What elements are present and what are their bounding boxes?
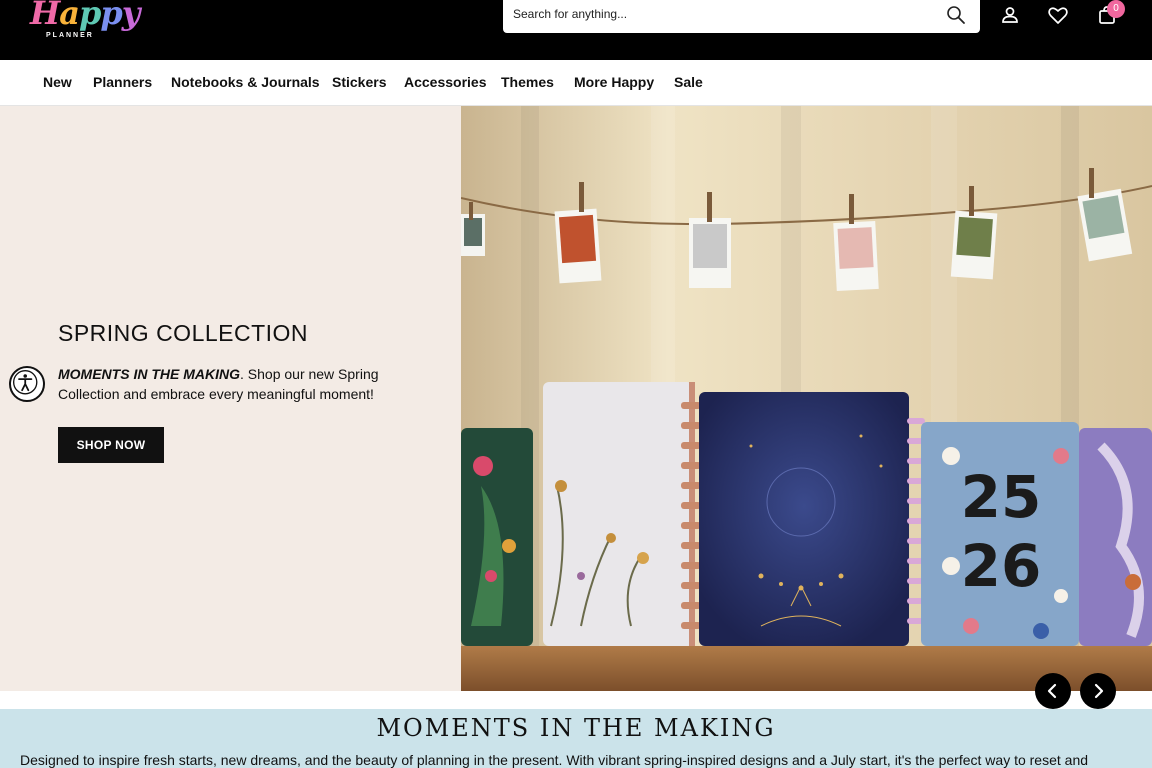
hero-description-bold: MOMENTS IN THE MAKING xyxy=(58,366,240,382)
nav-item-new[interactable]: New xyxy=(43,74,72,90)
accessibility-icon[interactable] xyxy=(9,366,45,402)
search-icon[interactable] xyxy=(946,5,966,25)
hero-description: MOMENTS IN THE MAKING. Shop our new Spri… xyxy=(58,364,408,404)
band-description: Designed to inspire fresh starts, new dr… xyxy=(20,752,1089,768)
happy-planner-logo[interactable]: Happy PLANNER xyxy=(30,0,140,44)
nav-item-accessories[interactable]: Accessories xyxy=(404,74,487,90)
nav-item-stickers[interactable]: Stickers xyxy=(332,74,386,90)
chevron-right-icon xyxy=(1094,683,1104,699)
carousel-prev-button[interactable] xyxy=(1035,673,1071,709)
hero-planners-illustration: 25 26 xyxy=(461,106,1152,691)
chevron-left-icon xyxy=(1047,683,1057,699)
heart-icon[interactable] xyxy=(1047,4,1069,26)
nav-item-themes[interactable]: Themes xyxy=(501,74,554,90)
nav-item-sale[interactable]: Sale xyxy=(674,74,703,90)
band-title: MOMENTS IN THE MAKING xyxy=(376,714,776,742)
nav-item-notebooks-journals[interactable]: Notebooks & Journals xyxy=(171,74,320,90)
hero-title: SPRING COLLECTION xyxy=(58,320,309,346)
top-header: Happy PLANNER 0 xyxy=(0,0,1152,60)
account-icon[interactable] xyxy=(999,4,1021,26)
collection-intro-band: MOMENTS IN THE MAKING Designed to inspir… xyxy=(0,709,1152,768)
logo-sub: PLANNER xyxy=(46,32,94,39)
search-input[interactable] xyxy=(513,2,933,26)
nav-item-planners[interactable]: Planners xyxy=(93,74,152,90)
search-box xyxy=(503,0,980,33)
nav-item-more-happy[interactable]: More Happy xyxy=(574,74,654,90)
planner-year-bottom: 26 xyxy=(961,532,1042,600)
shop-now-button[interactable]: SHOP NOW xyxy=(58,427,164,463)
main-nav: New Planners Notebooks & Journals Sticke… xyxy=(0,60,1152,106)
cart-count-badge: 0 xyxy=(1107,0,1125,18)
logo-script: Happy xyxy=(30,0,140,32)
carousel-next-button[interactable] xyxy=(1080,673,1116,709)
hero-image: 25 26 xyxy=(461,106,1152,691)
planner-year-top: 25 xyxy=(961,463,1042,531)
